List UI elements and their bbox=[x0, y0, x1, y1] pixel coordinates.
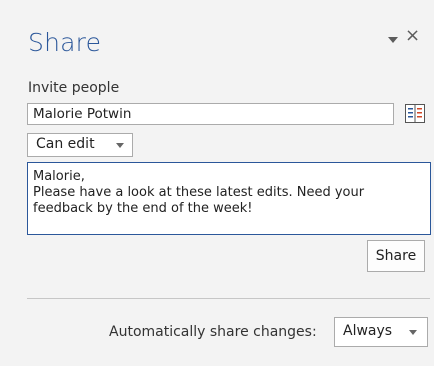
share-pane: Share × Invite people Malorie Potwin Can… bbox=[0, 0, 434, 366]
divider bbox=[27, 298, 430, 299]
permission-dropdown[interactable]: Can edit bbox=[27, 133, 133, 157]
invite-people-label: Invite people bbox=[28, 80, 120, 96]
address-book-icon[interactable] bbox=[404, 103, 426, 124]
share-button[interactable]: Share bbox=[367, 240, 425, 272]
permission-value: Can edit bbox=[36, 136, 95, 152]
auto-share-value: Always bbox=[343, 323, 393, 339]
pane-title: Share bbox=[28, 28, 102, 57]
chevron-down-icon bbox=[409, 330, 417, 335]
auto-share-dropdown[interactable]: Always bbox=[334, 317, 428, 347]
invite-people-input[interactable]: Malorie Potwin bbox=[27, 103, 394, 125]
message-line: Malorie, bbox=[33, 169, 85, 184]
auto-share-label: Automatically share changes: bbox=[109, 324, 317, 340]
chevron-down-icon bbox=[116, 143, 124, 148]
pane-options-chevron-down-icon[interactable] bbox=[388, 37, 398, 43]
message-line: feedback by the end of the week! bbox=[33, 201, 253, 216]
message-textarea[interactable]: Malorie, Please have a look at these lat… bbox=[27, 162, 431, 235]
message-line: Please have a look at these latest edits… bbox=[33, 185, 365, 200]
close-icon[interactable]: × bbox=[405, 27, 420, 45]
